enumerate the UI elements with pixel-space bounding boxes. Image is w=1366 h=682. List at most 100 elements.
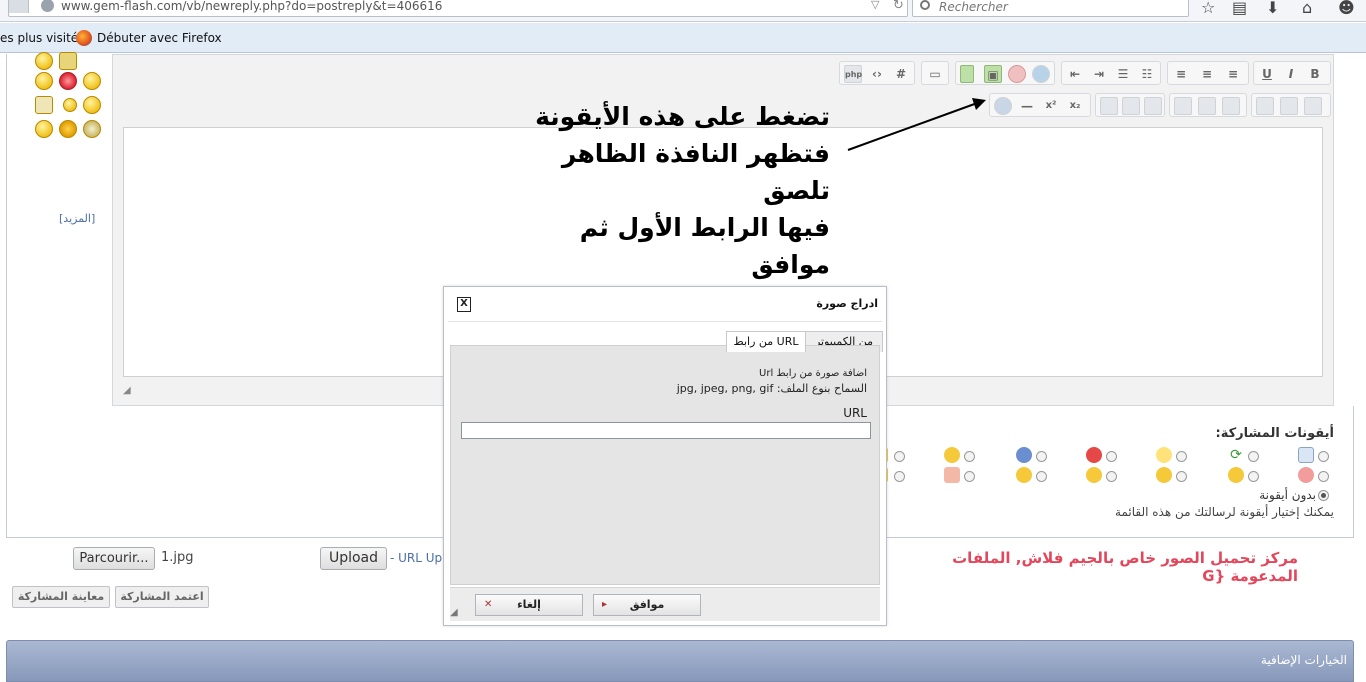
smiley-icon[interactable] xyxy=(63,98,77,112)
italic-icon[interactable]: I xyxy=(1282,65,1300,83)
glasses-smiley-icon[interactable] xyxy=(83,120,101,138)
smiley-icon[interactable] xyxy=(1228,467,1244,483)
upload-button[interactable]: Upload xyxy=(320,547,387,570)
angry-smiley-icon[interactable] xyxy=(1298,467,1314,483)
smiley-icon[interactable] xyxy=(59,52,77,70)
align-center-icon[interactable]: ≡ xyxy=(1198,65,1216,83)
sign-smiley-icon[interactable] xyxy=(35,96,53,114)
home-icon[interactable]: ⌂ xyxy=(1302,0,1312,17)
table-col-icon[interactable] xyxy=(1144,97,1162,115)
upload-center-text: مركز تحميل الصور خاص بالجيم فلاش, الملفا… xyxy=(952,549,1298,585)
smilie-icon[interactable] xyxy=(1032,65,1050,83)
history-dropdown-icon[interactable]: ▽ xyxy=(871,0,879,11)
lightbulb-icon[interactable] xyxy=(1156,447,1172,463)
search-icon xyxy=(920,0,930,10)
post-icon-radio[interactable] xyxy=(1248,471,1259,482)
url-field-label: URL xyxy=(843,406,867,420)
tab-from-url[interactable]: من رابط URL xyxy=(726,331,806,352)
no-icon-label: بدون أيقونة xyxy=(1259,488,1316,502)
sad-smiley-icon[interactable] xyxy=(1156,467,1172,483)
cancel-button[interactable]: ✕ إلغاء xyxy=(475,594,583,616)
browse-button[interactable]: Parcourir... xyxy=(73,547,155,570)
hr-icon[interactable]: — xyxy=(1018,97,1036,115)
url-upload-link[interactable]: - URL Up xyxy=(390,551,442,565)
post-icon-radio[interactable] xyxy=(1318,471,1329,482)
post-icon-radio[interactable] xyxy=(1106,451,1117,462)
image-url-input[interactable] xyxy=(461,422,871,439)
merge-cells-icon[interactable] xyxy=(1222,97,1240,115)
bookmark-most-visited[interactable]: es plus visités xyxy=(0,31,84,45)
document-icon[interactable] xyxy=(1298,447,1314,463)
toolbar-group-table-1 xyxy=(1095,93,1165,117)
flower-icon[interactable] xyxy=(59,72,77,90)
exclamation-icon[interactable] xyxy=(1086,447,1102,463)
superscript-icon[interactable]: x² xyxy=(1042,97,1060,115)
table-icon[interactable] xyxy=(1100,97,1118,115)
table-row-icon[interactable] xyxy=(1122,97,1140,115)
source-icon[interactable] xyxy=(994,97,1012,115)
preview-post-button[interactable]: معاينة المشاركة xyxy=(12,586,110,608)
insert-row-icon[interactable] xyxy=(1174,97,1192,115)
search-box[interactable]: Rechercher xyxy=(912,0,1189,17)
selected-file-name: 1.jpg xyxy=(161,550,194,565)
url-text[interactable]: www.gem-flash.com/vb/newreply.php?do=pos… xyxy=(61,0,442,13)
post-icon-radio[interactable] xyxy=(1036,451,1047,462)
tongue-smiley-icon[interactable] xyxy=(1086,467,1102,483)
bookmark-getting-started[interactable]: Débuter avec Firefox xyxy=(97,31,222,45)
video-icon[interactable] xyxy=(1008,65,1026,83)
reload-icon[interactable]: ↻ xyxy=(893,0,904,13)
post-icon-radio[interactable] xyxy=(894,471,905,482)
extra-options-header[interactable]: الخيارات الإضافية xyxy=(6,640,1354,682)
jester-smiley-icon[interactable] xyxy=(59,120,77,138)
smiley-icon[interactable] xyxy=(35,52,53,70)
no-icon-radio[interactable] xyxy=(1318,490,1329,501)
delete-row-icon[interactable] xyxy=(1256,97,1274,115)
cool-smiley-icon[interactable] xyxy=(944,447,960,463)
post-icon-radio[interactable] xyxy=(1106,471,1117,482)
smiley-icon[interactable] xyxy=(35,72,53,90)
smiley-icon[interactable] xyxy=(83,72,101,90)
indent-icon[interactable]: ⇤ xyxy=(1066,65,1084,83)
bullet-list-icon[interactable]: ☰ xyxy=(1114,65,1132,83)
insert-col-icon[interactable] xyxy=(1198,97,1216,115)
post-icon-radio[interactable] xyxy=(1176,471,1187,482)
library-icon[interactable]: ▤ xyxy=(1232,0,1247,17)
numbered-list-icon[interactable]: ☷ xyxy=(1138,65,1156,83)
smiley-icon[interactable] xyxy=(35,120,53,138)
post-icon-radio[interactable] xyxy=(1176,451,1187,462)
ok-label: موافق xyxy=(629,598,665,611)
bold-icon[interactable]: B xyxy=(1306,65,1324,83)
post-icon-radio[interactable] xyxy=(894,451,905,462)
subscript-icon[interactable]: x₂ xyxy=(1066,97,1084,115)
delete-table-icon[interactable] xyxy=(1304,97,1322,115)
more-smilies-link[interactable]: [المزيد] xyxy=(59,212,95,225)
toolbar-group-misc: — x² x₂ xyxy=(989,93,1091,117)
submit-post-button[interactable]: اعتمد المشاركة xyxy=(115,586,209,608)
url-bar[interactable]: www.gem-flash.com/vb/newreply.php?do=pos… xyxy=(8,0,908,17)
thumbs-down-icon[interactable] xyxy=(944,467,960,483)
bookmark-star-icon[interactable]: ☆ xyxy=(1201,0,1215,17)
social-icon[interactable]: ☻ xyxy=(1338,0,1355,17)
toolbar-group-align: ≡ ≡ ≡ xyxy=(1167,61,1249,85)
ok-button[interactable]: ▸ موافق xyxy=(593,594,701,616)
outdent-icon[interactable]: ⇥ xyxy=(1090,65,1108,83)
page-icon xyxy=(9,0,29,13)
dialog-close-button[interactable]: X xyxy=(457,297,471,312)
post-icon-radio[interactable] xyxy=(964,471,975,482)
surprised-smiley-icon[interactable] xyxy=(83,96,101,114)
post-icon-radio[interactable] xyxy=(1036,471,1047,482)
post-icon-radio[interactable] xyxy=(1318,451,1329,462)
question-icon[interactable] xyxy=(1016,447,1032,463)
post-icon-radio[interactable] xyxy=(964,451,975,462)
toolbar-group-table-2 xyxy=(1169,93,1247,117)
delete-col-icon[interactable] xyxy=(1280,97,1298,115)
arrow-icon[interactable]: ⟳ xyxy=(1228,447,1244,463)
wink-smiley-icon[interactable] xyxy=(1016,467,1032,483)
dialog-resize-grip[interactable]: ◢ xyxy=(450,607,458,618)
align-left-icon[interactable]: ≡ xyxy=(1172,65,1190,83)
post-icon-radio[interactable] xyxy=(1248,451,1259,462)
editor-resize-grip[interactable]: ◢ xyxy=(123,385,135,397)
align-right-icon[interactable]: ≡ xyxy=(1224,65,1242,83)
underline-icon[interactable]: U xyxy=(1258,65,1276,83)
download-icon[interactable]: ⬇ xyxy=(1266,0,1279,17)
